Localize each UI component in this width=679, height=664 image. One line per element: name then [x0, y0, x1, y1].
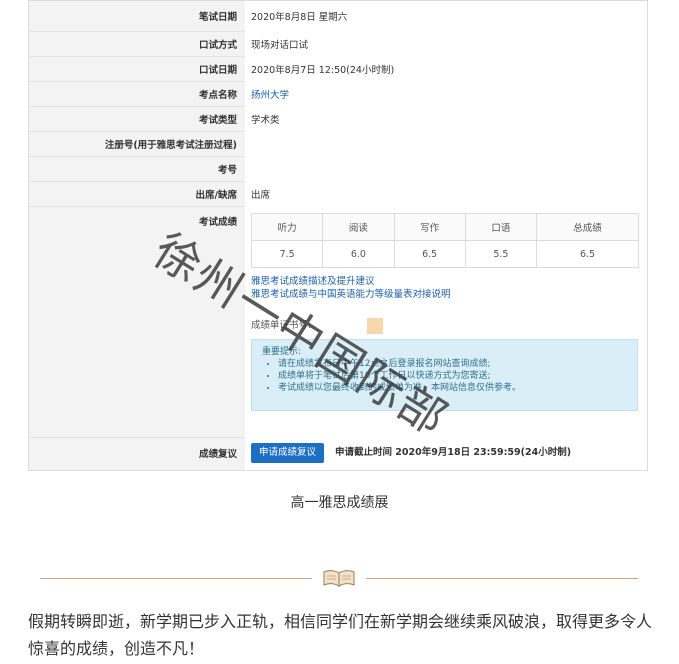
row-exam-type: 考试类型 学术类 [29, 106, 647, 132]
score-review-label: 成绩复议 [198, 449, 237, 460]
score-header: 听力 [250, 213, 324, 241]
score-value: 6.5 [393, 240, 466, 268]
candidate-number-value [245, 156, 647, 181]
venue-label: 考点名称 [198, 89, 237, 101]
written-date-value: 2020年8月8日 星期六 [245, 1, 647, 31]
speaking-date-value: 2020年8月7日 12:50(24小时制) [245, 56, 647, 81]
score-value: 5.5 [464, 240, 538, 268]
certificate-number-redaction [367, 318, 383, 334]
row-score-review: 成绩复议 申请成绩复议 申请截止时间 2020年9月18日 23:59:59(2… [29, 437, 647, 470]
row-registration-number: 注册号(用于雅思考试注册过程) [29, 131, 647, 157]
speaking-date-label: 口试日期 [198, 64, 237, 76]
score-report-panel: 笔试日期 2020年8月8日 星期六 口试方式 现场对话口试 口试日期 2020… [28, 0, 648, 471]
exam-type-value: 学术类 [245, 106, 647, 131]
speaking-mode-value: 现场对话口试 [245, 31, 647, 56]
score-header: 口语 [464, 213, 538, 241]
row-written-date: 笔试日期 2020年8月8日 星期六 [29, 1, 647, 32]
score-header: 写作 [393, 213, 466, 241]
score-header: 总成绩 [536, 213, 639, 241]
score-review-content: 申请成绩复议 申请截止时间 2020年9月18日 23:59:59(24小时制) [245, 437, 647, 470]
score-value: 6.5 [536, 240, 639, 268]
score-table-row: 7.5 6.0 6.5 5.5 6.5 [250, 240, 639, 268]
row-venue: 考点名称 扬州大学 [29, 81, 647, 107]
attendance-label: 出席/缺席 [195, 189, 237, 201]
row-attendance: 出席/缺席 出席 [29, 181, 647, 207]
open-book-icon [323, 570, 355, 587]
venue-link[interactable]: 扬州大学 [251, 87, 289, 101]
divider-left [40, 578, 312, 579]
attendance-value: 出席 [245, 181, 647, 206]
venue-value: 扬州大学 [245, 81, 647, 106]
exam-type-label: 考试类型 [198, 114, 237, 126]
score-value: 7.5 [250, 240, 324, 268]
written-date-label: 笔试日期 [198, 12, 237, 23]
candidate-number-label: 考号 [217, 164, 237, 176]
row-speaking-mode: 口试方式 现场对话口试 [29, 31, 647, 57]
score-value: 6.0 [322, 240, 395, 268]
registration-number-value [245, 131, 647, 156]
registration-number-label: 注册号(用于雅思考试注册过程) [104, 139, 237, 151]
divider-right [366, 578, 638, 579]
score-table-header: 听力 阅读 写作 口语 总成绩 [250, 213, 639, 241]
row-candidate-number: 考号 [29, 156, 647, 182]
apply-review-button[interactable]: 申请成绩复议 [251, 443, 325, 463]
row-speaking-date: 口试日期 2020年8月7日 12:50(24小时制) [29, 56, 647, 82]
image-caption: 高一雅思成绩展 [290, 495, 389, 511]
score-table: 听力 阅读 写作 口语 总成绩 7.5 6.0 6.5 5.5 6.5 [250, 213, 639, 268]
score-header: 阅读 [322, 213, 395, 241]
review-deadline: 申请截止时间 2020年9月18日 23:59:59(24小时制) [335, 447, 572, 458]
closing-paragraph: 假期转瞬即逝，新学期已步入正轨，相信同学们在新学期会继续乘风破浪，取得更多令人惊… [28, 612, 653, 658]
speaking-mode-label: 口试方式 [198, 39, 237, 51]
